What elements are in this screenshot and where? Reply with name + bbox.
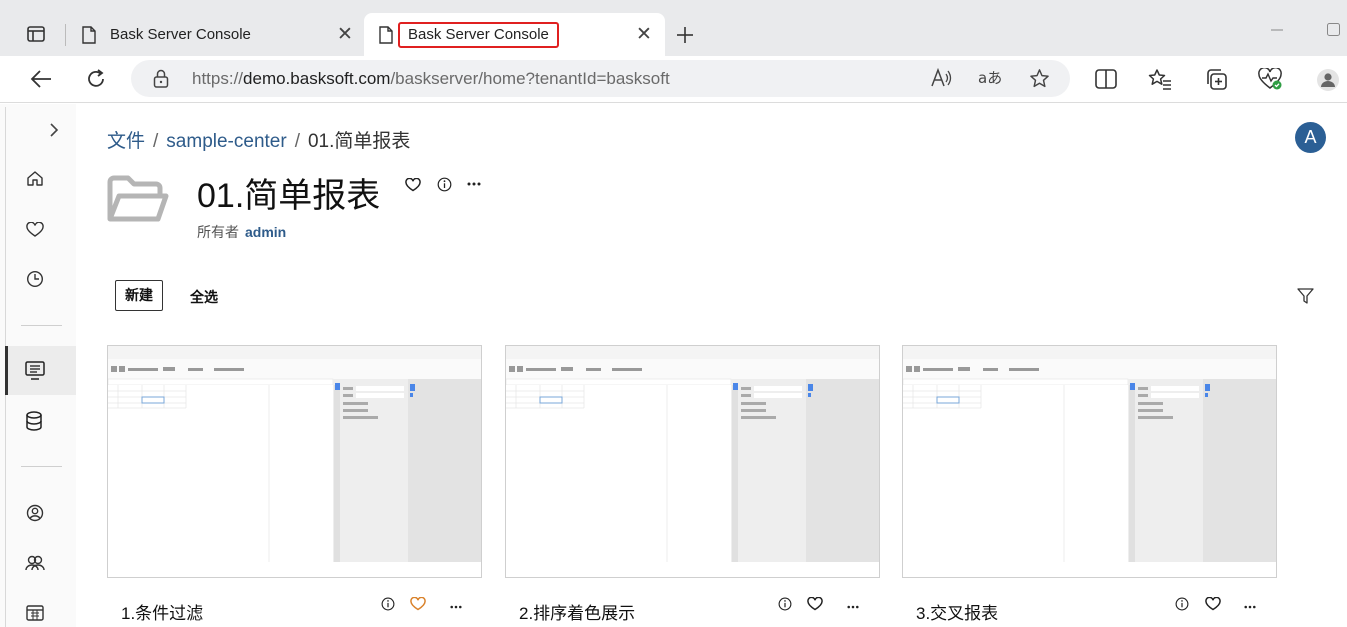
- home-icon[interactable]: [26, 170, 44, 187]
- document-icon: [82, 25, 96, 44]
- favorite-heart-icon[interactable]: [405, 178, 421, 192]
- report-title[interactable]: 3.交叉报表: [916, 599, 998, 624]
- info-icon[interactable]: [1175, 597, 1189, 611]
- report-preview-image: [108, 346, 481, 577]
- owner-line: 所有者 admin: [197, 222, 286, 242]
- url-field[interactable]: https://demo.basksoft.com/baskserver/hom…: [131, 60, 1070, 97]
- owner-name-link[interactable]: admin: [245, 224, 286, 240]
- report-preview-image: [506, 346, 879, 577]
- reports-monitor-icon[interactable]: [25, 361, 45, 380]
- report-card[interactable]: 1.条件过滤: [107, 345, 482, 627]
- user-group-icon[interactable]: [25, 554, 45, 572]
- favorite-heart-icon[interactable]: [807, 597, 823, 611]
- browser-essentials-icon[interactable]: [1258, 68, 1284, 92]
- recent-clock-icon[interactable]: [26, 270, 44, 288]
- url-prefix: https://: [192, 69, 244, 88]
- maximize-icon[interactable]: [1327, 23, 1340, 36]
- info-icon[interactable]: [381, 597, 395, 611]
- more-options-icon[interactable]: [1244, 605, 1256, 609]
- more-options-icon[interactable]: [467, 182, 481, 186]
- breadcrumb: 文件 / sample-center / 01.简单报表: [107, 126, 410, 153]
- url-text[interactable]: https://demo.basksoft.com/baskserver/hom…: [192, 69, 670, 89]
- favorites-icon[interactable]: [1148, 68, 1172, 90]
- url-host: demo.basksoft.com: [243, 69, 391, 88]
- favorite-heart-icon[interactable]: [1205, 597, 1221, 611]
- favorite-star-icon[interactable]: [1029, 68, 1050, 89]
- breadcrumb-folder-link[interactable]: sample-center: [166, 131, 286, 152]
- split-screen-icon[interactable]: [1095, 69, 1117, 89]
- lock-icon[interactable]: [153, 69, 169, 88]
- calendar-icon[interactable]: [26, 604, 44, 621]
- owner-label: 所有者: [197, 224, 239, 240]
- report-thumbnail[interactable]: [902, 345, 1277, 578]
- read-aloud-icon[interactable]: [930, 68, 952, 88]
- browser-tab-strip: Bask Server Console ✕ Bask Server Consol…: [0, 0, 1347, 56]
- refresh-icon[interactable]: [85, 68, 107, 90]
- tab-divider: [65, 24, 66, 46]
- tab-inactive[interactable]: Bask Server Console ✕: [80, 13, 362, 56]
- page-title: 01.简单报表: [197, 177, 381, 215]
- minimize-icon[interactable]: [1271, 29, 1283, 31]
- breadcrumb-root-link[interactable]: 文件: [107, 131, 145, 152]
- breadcrumb-separator: /: [153, 131, 159, 152]
- report-preview-image: [903, 346, 1276, 577]
- info-icon[interactable]: [778, 597, 792, 611]
- tab-active[interactable]: Bask Server Console ✕: [364, 13, 665, 56]
- database-icon[interactable]: [25, 410, 45, 432]
- user-icon[interactable]: [26, 504, 44, 522]
- report-title[interactable]: 1.条件过滤: [121, 599, 203, 624]
- svg-text:aあ: aあ: [978, 69, 1002, 87]
- sidebar-divider: [21, 466, 62, 467]
- tab-title: Bask Server Console: [398, 21, 559, 48]
- favorite-heart-icon[interactable]: [410, 597, 426, 611]
- app-sidebar: [0, 104, 76, 627]
- url-path: /baskserver/home?tenantId=basksoft: [390, 69, 670, 88]
- tab-title: Bask Server Console: [110, 26, 251, 43]
- report-thumbnail[interactable]: [505, 345, 880, 578]
- report-title[interactable]: 2.排序着色展示: [519, 599, 635, 624]
- avatar[interactable]: A: [1295, 122, 1326, 153]
- back-arrow-icon[interactable]: [30, 69, 52, 89]
- tab-actions-icon[interactable]: [27, 26, 45, 42]
- breadcrumb-separator: /: [294, 131, 300, 152]
- breadcrumb-current: 01.简单报表: [307, 131, 411, 152]
- more-options-icon[interactable]: [847, 605, 859, 609]
- favorites-heart-icon[interactable]: [26, 222, 44, 238]
- collections-icon[interactable]: [1205, 68, 1228, 91]
- expand-sidebar-chevron-icon[interactable]: [49, 122, 59, 138]
- report-thumbnail[interactable]: [107, 345, 482, 578]
- sidebar-active-indicator: [5, 346, 8, 395]
- sidebar-divider: [21, 325, 62, 326]
- profile-icon[interactable]: [1317, 69, 1339, 91]
- select-all-button[interactable]: 全选: [190, 287, 218, 307]
- close-tab-icon[interactable]: ✕: [337, 25, 353, 44]
- folder-open-icon: [107, 175, 169, 222]
- more-options-icon[interactable]: [450, 605, 462, 609]
- translate-icon[interactable]: aあ: [978, 69, 1002, 87]
- info-icon[interactable]: [437, 177, 452, 192]
- new-button[interactable]: 新建: [115, 280, 163, 311]
- filter-icon[interactable]: [1297, 288, 1314, 304]
- address-bar-row: https://demo.basksoft.com/baskserver/hom…: [0, 56, 1347, 103]
- close-tab-icon[interactable]: ✕: [636, 25, 652, 44]
- document-icon: [379, 25, 393, 44]
- report-card[interactable]: 3.交叉报表: [902, 345, 1277, 627]
- report-card[interactable]: 2.排序着色展示: [505, 345, 880, 627]
- new-tab-icon[interactable]: [676, 26, 694, 44]
